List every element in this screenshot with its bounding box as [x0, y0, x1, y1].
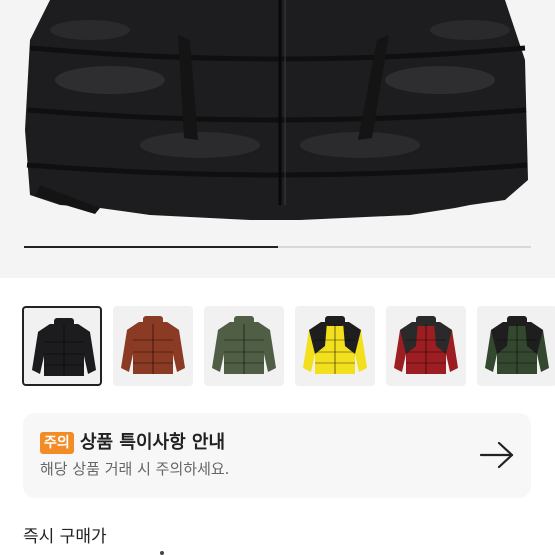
notice-card[interactable]: 주의 상품 특이사항 안내 해당 상품 거래 시 주의하세요.: [23, 413, 531, 498]
color-thumbnail-brown[interactable]: [113, 306, 193, 386]
instant-buy-price-label: 즉시 구매가: [23, 527, 107, 547]
color-thumbnail-yellow[interactable]: [295, 306, 375, 386]
color-thumbnail-olive[interactable]: [204, 306, 284, 386]
arrow-right-icon[interactable]: [479, 440, 515, 470]
jacket-thumbnail-image: [303, 316, 367, 374]
color-thumbnail-list: [22, 306, 555, 386]
image-progress-fill: [24, 246, 278, 248]
puffer-jacket-image: [25, 0, 528, 220]
jacket-thumbnail-image: [121, 316, 185, 374]
color-thumbnail-red[interactable]: [386, 306, 466, 386]
color-thumbnail-black[interactable]: [22, 306, 102, 386]
jacket-thumbnail-image: [32, 318, 96, 376]
product-image-carousel[interactable]: [0, 0, 555, 278]
color-thumbnail-green[interactable]: [477, 306, 555, 386]
image-progress-bar: [24, 246, 531, 248]
notice-subtitle: 해당 상품 거래 시 주의하세요.: [40, 460, 230, 478]
jacket-thumbnail-image: [394, 316, 458, 374]
jacket-thumbnail-image: [212, 316, 276, 374]
notice-title: 상품 특이사항 안내: [80, 432, 226, 453]
jacket-thumbnail-image: [485, 316, 549, 374]
price-dot: [160, 551, 164, 555]
caution-badge: 주의: [40, 432, 74, 454]
